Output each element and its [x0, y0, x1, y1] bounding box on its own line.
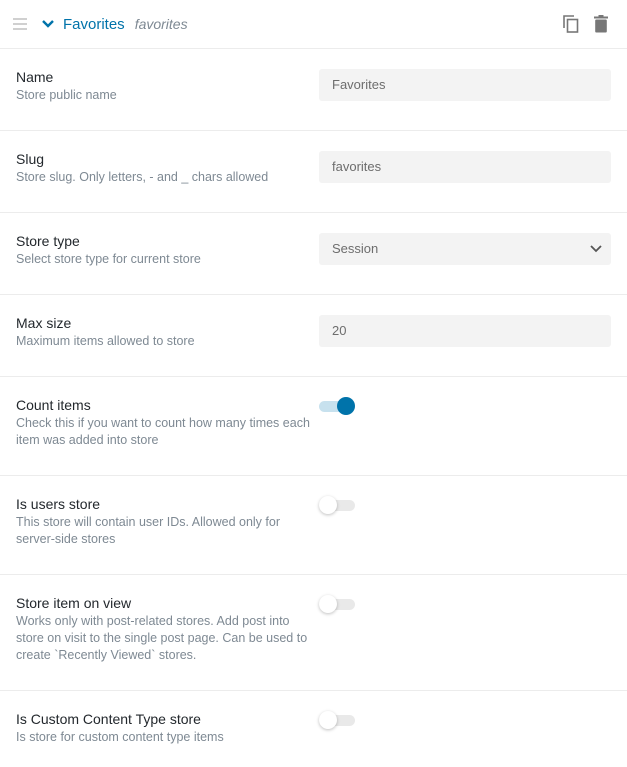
field-label: Slug	[16, 151, 45, 167]
field-description: This store will contain user IDs. Allowe…	[16, 515, 280, 546]
chevron-down-icon	[590, 245, 602, 253]
is-users-store-toggle[interactable]	[319, 495, 355, 515]
field-row-name: Name Store public name Favorites	[0, 49, 627, 131]
is-cct-store-toggle[interactable]	[319, 710, 355, 730]
field-row-slug: Slug Store slug. Only letters, - and _ c…	[0, 131, 627, 213]
field-label: Is Custom Content Type store	[16, 711, 201, 727]
field-description: Select store type for current store	[16, 252, 201, 266]
field-description: Is store for custom content type items	[16, 730, 224, 744]
field-row-count-items: Count items Check this if you want to co…	[0, 377, 627, 476]
field-row-is-cct-store: Is Custom Content Type store Is store fo…	[0, 691, 627, 767]
count-items-toggle[interactable]	[319, 396, 355, 416]
store-slug: favorites	[134, 16, 188, 32]
copy-icon[interactable]	[562, 14, 580, 34]
drag-handle-icon[interactable]	[13, 18, 27, 30]
field-label: Store type	[16, 233, 80, 249]
field-label: Store item on view	[16, 595, 132, 611]
store-title[interactable]: Favorites	[63, 16, 125, 33]
name-input[interactable]: Favorites	[319, 69, 611, 101]
field-label: Max size	[16, 315, 72, 331]
field-label: Is users store	[16, 496, 101, 512]
store-type-select[interactable]: Session	[319, 233, 611, 265]
field-label: Count items	[16, 397, 91, 413]
max-size-input[interactable]: 20	[319, 315, 611, 347]
store-header: Favorites favorites	[0, 0, 627, 49]
field-description: Works only with post-related stores. Add…	[16, 614, 308, 662]
field-row-max-size: Max size Maximum items allowed to store …	[0, 295, 627, 377]
field-description: Maximum items allowed to store	[16, 334, 195, 348]
field-row-is-users-store: Is users store This store will contain u…	[0, 476, 627, 575]
slug-input[interactable]: favorites	[319, 151, 611, 183]
field-row-store-type: Store type Select store type for current…	[0, 213, 627, 295]
field-description: Store public name	[16, 88, 117, 102]
chevron-down-icon[interactable]	[41, 17, 55, 31]
trash-icon[interactable]	[592, 14, 610, 34]
field-row-store-item-on-view: Store item on view Works only with post-…	[0, 575, 627, 691]
field-description: Store slug. Only letters, - and _ chars …	[16, 170, 269, 184]
store-item-on-view-toggle[interactable]	[319, 594, 355, 614]
store-type-value: Session	[332, 241, 379, 256]
field-description: Check this if you want to count how many…	[16, 416, 310, 447]
field-label: Name	[16, 69, 54, 85]
